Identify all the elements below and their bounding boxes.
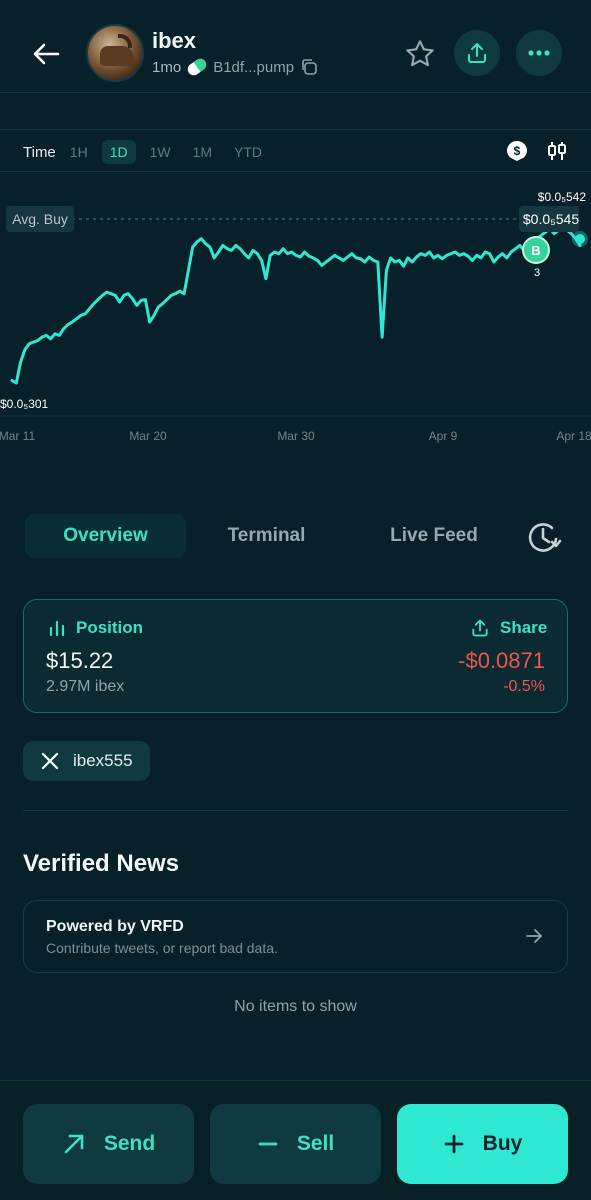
- position-value: $15.22: [46, 648, 114, 673]
- vrfd-title: Powered by VRFD: [46, 918, 184, 935]
- token-avatar: [86, 24, 144, 82]
- position-pnl-percent: -0.5%: [503, 678, 545, 695]
- token-meta: 1mo B1df...pump: [152, 56, 318, 78]
- copy-icon[interactable]: [300, 58, 318, 76]
- history-clock-icon: [528, 523, 562, 552]
- sell-label: Sell: [296, 1132, 335, 1155]
- history-button[interactable]: [526, 520, 562, 559]
- content-tabs: Overview Terminal Live Feed: [25, 514, 570, 560]
- arrow-right-icon: [526, 929, 542, 943]
- timeframe-1w[interactable]: 1W: [142, 140, 179, 164]
- arrow-up-right-icon: [64, 1134, 84, 1154]
- high-price-label: $0.0₅542: [538, 190, 587, 204]
- minus-icon: [258, 1142, 278, 1146]
- position-title: Position: [48, 618, 143, 638]
- vrfd-subtitle: Contribute tweets, or report bad data.: [46, 940, 278, 956]
- dollar-badge-icon: $: [507, 141, 527, 161]
- timeframe-1m[interactable]: 1M: [185, 140, 220, 164]
- section-divider: [23, 810, 568, 811]
- header-divider: [0, 92, 591, 93]
- more-dots-icon: [528, 50, 550, 56]
- upload-icon: [468, 43, 486, 63]
- buy-button[interactable]: Buy: [397, 1104, 568, 1184]
- token-age: 1mo: [152, 58, 182, 76]
- share-label: Share: [500, 618, 548, 637]
- buy-label: Buy: [482, 1132, 523, 1155]
- position-pnl: -$0.0871: [458, 648, 545, 673]
- news-heading: Verified News: [23, 850, 180, 877]
- upload-icon: [472, 619, 488, 637]
- svg-text:$: $: [514, 144, 521, 158]
- pill-icon: [185, 56, 209, 78]
- x-tick-label: Mar 11: [0, 429, 36, 443]
- sell-button[interactable]: Sell: [210, 1104, 381, 1184]
- price-series-line: [10, 225, 582, 385]
- star-icon: [406, 40, 434, 67]
- timeframe-selector: Time 1H 1D 1W 1M YTD: [0, 136, 591, 168]
- empty-state: No items to show: [234, 998, 357, 1015]
- tab-overview[interactable]: Overview: [25, 514, 186, 558]
- token-name: ibex: [152, 28, 197, 53]
- candlestick-toggle[interactable]: [546, 140, 568, 167]
- avg-buy-label: Avg. Buy: [12, 211, 68, 227]
- chart-top-divider: [0, 129, 591, 130]
- position-title-text: Position: [76, 618, 144, 637]
- candlestick-icon: [548, 142, 566, 160]
- position-share-button[interactable]: Share: [470, 618, 547, 638]
- more-button[interactable]: [516, 30, 562, 76]
- current-price-label: $0.0₅545: [523, 211, 579, 227]
- low-price-label: $0.0₅301: [0, 397, 49, 411]
- x-tick-label: Mar 30: [277, 429, 315, 443]
- position-amount: 2.97M ibex: [46, 678, 125, 695]
- contract-address: B1df...pump: [213, 58, 295, 76]
- timeframe-1d[interactable]: 1D: [101, 140, 136, 164]
- arrow-left-icon: [33, 43, 60, 65]
- x-tick-label: Mar 20: [129, 429, 167, 443]
- tab-live-feed[interactable]: Live Feed: [355, 514, 513, 558]
- x-handle-chip[interactable]: ibex555: [23, 741, 150, 781]
- share-button[interactable]: [454, 30, 500, 76]
- tab-terminal[interactable]: Terminal: [186, 514, 347, 558]
- back-button[interactable]: [26, 36, 66, 72]
- x-tick-label: Apr 18: [556, 429, 591, 443]
- x-tick-label: Apr 9: [429, 429, 458, 443]
- favorite-button[interactable]: [402, 36, 438, 72]
- send-button[interactable]: Send: [23, 1104, 194, 1184]
- vrfd-arrow[interactable]: [524, 926, 544, 951]
- buy-marker-count: 3: [534, 267, 540, 279]
- vrfd-card[interactable]: [23, 900, 568, 973]
- plus-icon: [444, 1134, 464, 1154]
- x-logo-icon: [41, 752, 59, 770]
- bar-chart-icon: [49, 620, 65, 637]
- x-handle: ibex555: [73, 751, 133, 770]
- currency-toggle[interactable]: $: [506, 140, 528, 167]
- buy-marker-letter: B: [531, 243, 540, 258]
- price-chart[interactable]: Avg. Buy $0.0₅545 $0.0₅542 $0.0₅301 B 3 …: [0, 172, 591, 452]
- timeframe-ytd[interactable]: YTD: [226, 140, 270, 164]
- send-label: Send: [103, 1132, 156, 1155]
- time-label: Time: [23, 143, 56, 161]
- timeframe-1h[interactable]: 1H: [62, 140, 96, 164]
